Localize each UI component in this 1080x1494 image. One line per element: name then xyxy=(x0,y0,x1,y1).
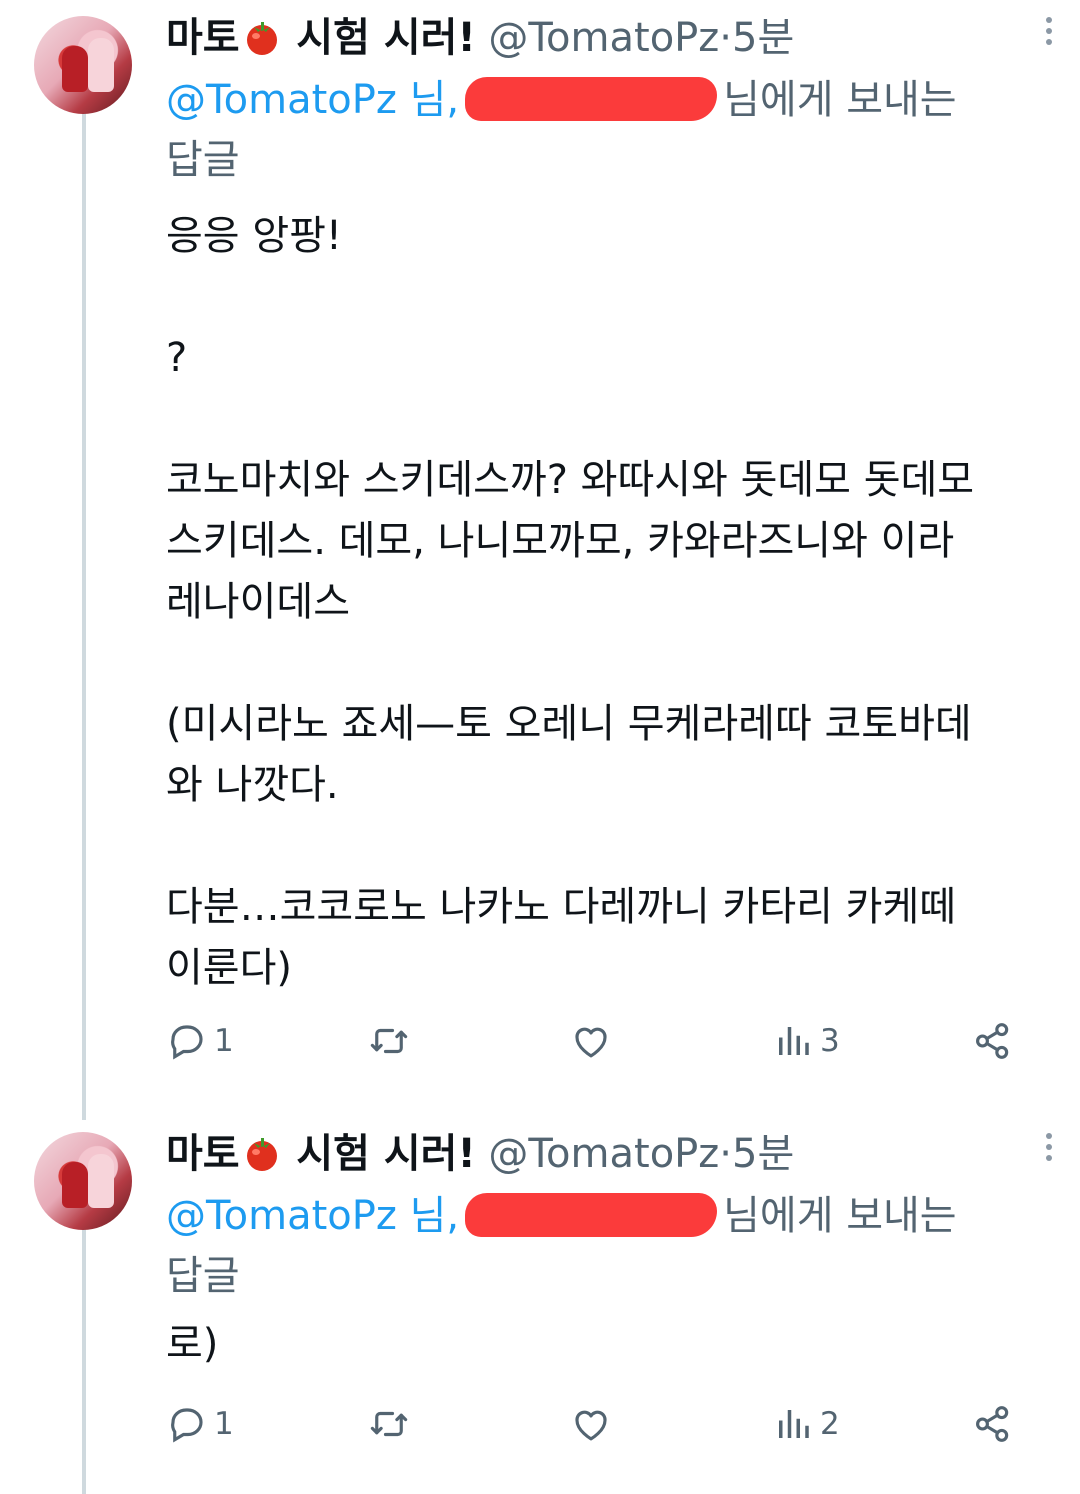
reply-icon xyxy=(171,1025,203,1060)
redaction-mark xyxy=(465,77,718,121)
retweet-button[interactable] xyxy=(368,1016,416,1066)
share-icon xyxy=(976,1406,1009,1442)
action-bar: 1 2 xyxy=(166,1399,1040,1449)
views-icon xyxy=(779,1027,809,1055)
action-bar: 1 3 xyxy=(166,1016,1040,1066)
display-name-suffix[interactable]: 시험 시러! xyxy=(296,1131,475,1177)
redaction-mark xyxy=(465,1193,718,1237)
tweet-header: 마토 시험 시러! @TomatoPz·5분 xyxy=(166,8,794,68)
reply-count: 1 xyxy=(214,1023,234,1059)
views-button[interactable]: 2 xyxy=(772,1399,840,1449)
retweet-button[interactable] xyxy=(368,1399,416,1449)
display-name-suffix[interactable]: 시험 시러! xyxy=(296,15,475,61)
separator: · xyxy=(719,15,732,61)
more-icon[interactable] xyxy=(1044,1130,1054,1170)
tweet[interactable]: 마토 시험 시러! @TomatoPz·5분 @TomatoPz 님, 님에게 보… xyxy=(0,1116,1080,1494)
handle[interactable]: @TomatoPz xyxy=(488,15,719,61)
share-icon xyxy=(976,1023,1009,1059)
share-button[interactable] xyxy=(972,1016,1014,1066)
views-button[interactable]: 3 xyxy=(772,1016,840,1066)
display-name[interactable]: 마토 xyxy=(166,1131,240,1177)
reply-context: @TomatoPz 님, 님에게 보내는 답글 xyxy=(166,70,957,190)
tweet[interactable]: 마토 시험 시러! @TomatoPz·5분 @TomatoPz 님, 님에게 보… xyxy=(0,0,1080,1090)
retweet-icon xyxy=(370,1411,408,1437)
handle[interactable]: @TomatoPz xyxy=(488,1131,719,1177)
display-name[interactable]: 마토 xyxy=(166,15,240,61)
views-count: 2 xyxy=(820,1406,840,1442)
reply-mention-link[interactable]: @TomatoPz 님, xyxy=(166,1193,459,1239)
reply-mention-link[interactable]: @TomatoPz 님, xyxy=(166,77,459,123)
more-icon[interactable] xyxy=(1044,14,1054,54)
tweet-header: 마토 시험 시러! @TomatoPz·5분 xyxy=(166,1124,794,1184)
views-count: 3 xyxy=(820,1023,840,1059)
heart-icon xyxy=(575,1027,607,1058)
retweet-icon xyxy=(370,1028,408,1054)
separator: · xyxy=(719,1131,732,1177)
tomato-emoji xyxy=(246,22,277,55)
timestamp[interactable]: 5분 xyxy=(732,15,794,61)
reply-line2: 답글 xyxy=(166,1253,240,1299)
reply-count: 1 xyxy=(214,1406,234,1442)
timestamp[interactable]: 5분 xyxy=(732,1131,794,1177)
tweet-text: 로) xyxy=(166,1321,219,1367)
views-icon xyxy=(779,1410,809,1438)
share-button[interactable] xyxy=(972,1399,1014,1449)
tweet-text: 응응 앙팡! ? 코노마치와 스키데스까? 와따시와 돗데모 돗데모 스키데스.… xyxy=(166,213,975,991)
reply-button[interactable]: 1 xyxy=(166,1016,234,1066)
like-button[interactable] xyxy=(570,1399,618,1449)
reply-icon xyxy=(171,1408,203,1443)
heart-icon xyxy=(575,1410,607,1441)
reply-context: @TomatoPz 님, 님에게 보내는 답글 xyxy=(166,1186,957,1306)
avatar[interactable] xyxy=(34,1132,132,1230)
reply-line2: 답글 xyxy=(166,137,240,183)
reply-suffix: 님에게 보내는 xyxy=(723,77,957,123)
like-button[interactable] xyxy=(570,1016,618,1066)
tomato-emoji xyxy=(246,1138,277,1171)
reply-suffix: 님에게 보내는 xyxy=(723,1193,957,1239)
avatar[interactable] xyxy=(34,16,132,114)
reply-button[interactable]: 1 xyxy=(166,1399,234,1449)
